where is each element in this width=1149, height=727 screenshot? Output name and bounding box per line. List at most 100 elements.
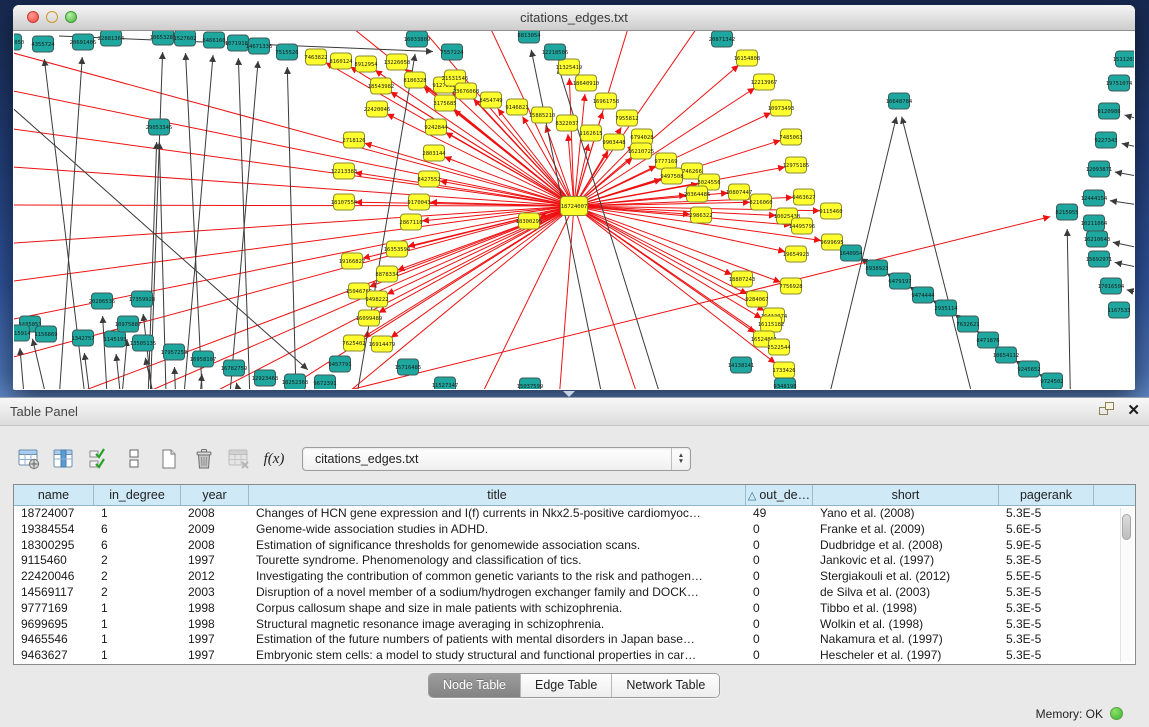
delete-column-button[interactable] bbox=[191, 445, 217, 473]
graph-node-label: 22420046 bbox=[364, 107, 391, 113]
tab-edge-table[interactable]: Edge Table bbox=[521, 674, 612, 697]
cell: Disruption of a novel member of a sodium… bbox=[249, 585, 746, 601]
graph-node-label: 9699695 bbox=[820, 240, 843, 246]
cell: Changes of HCN gene expression and I(f) … bbox=[249, 506, 746, 522]
graph-node-label: 8471876 bbox=[976, 338, 999, 344]
graph-node-label: 15692971 bbox=[1086, 257, 1113, 263]
graph-node-label: 8878334 bbox=[375, 272, 399, 278]
tab-network-table[interactable]: Network Table bbox=[612, 674, 719, 697]
graph-node-label: 16033809 bbox=[404, 37, 431, 43]
node-table[interactable]: namein_degreeyeartitle△out_de…shortpager… bbox=[13, 484, 1136, 665]
graph-node-label: 18640910 bbox=[573, 81, 600, 87]
graph-node-label: 12975185 bbox=[783, 163, 810, 169]
cell: 1 bbox=[94, 648, 181, 664]
cell: 6 bbox=[94, 522, 181, 538]
float-panel-button[interactable] bbox=[1097, 400, 1116, 423]
cell: 2 bbox=[94, 569, 181, 585]
window-titlebar[interactable]: citations_edges.txt bbox=[13, 5, 1135, 31]
graph-node-label: 9672391 bbox=[313, 381, 336, 387]
table-chooser-dropdown[interactable]: citations_edges.txt ▲▼ bbox=[302, 447, 691, 471]
function-builder-button[interactable]: f(x) bbox=[261, 445, 287, 473]
cell: 9115460 bbox=[14, 553, 94, 569]
close-panel-button[interactable]: ✕ bbox=[1127, 402, 1140, 420]
clear-selection-button[interactable] bbox=[121, 445, 147, 473]
cell: 9699695 bbox=[14, 617, 94, 633]
graph-node-label: 8427552 bbox=[417, 177, 440, 183]
graph-node-label: 9115460 bbox=[819, 209, 842, 215]
table-header-row: namein_degreeyeartitle△out_de…shortpager… bbox=[14, 485, 1135, 506]
table-row[interactable]: 1456911722003Disruption of a novel membe… bbox=[14, 585, 1135, 601]
graph-node-label: 9170043 bbox=[407, 200, 430, 206]
column-header-name[interactable]: name bbox=[14, 485, 94, 505]
graph-node-label: 16154808 bbox=[734, 56, 761, 62]
function-icon: f(x) bbox=[264, 451, 285, 468]
column-header-out_de[interactable]: △out_de… bbox=[746, 485, 813, 505]
cell: Wolkin et al. (1998) bbox=[813, 617, 999, 633]
cell: 0 bbox=[746, 522, 813, 538]
float-window-icon bbox=[1097, 400, 1116, 418]
trash-icon bbox=[192, 447, 216, 471]
tab-node-table[interactable]: Node Table bbox=[429, 674, 521, 697]
scrollbar-thumb[interactable] bbox=[1122, 514, 1131, 540]
table-row[interactable]: 946362711997Embryonic stem cells: a mode… bbox=[14, 648, 1135, 664]
select-rows-button[interactable] bbox=[86, 445, 112, 473]
table-row[interactable]: 969969511998Structural magnetic resonanc… bbox=[14, 617, 1135, 633]
cell: 22420046 bbox=[14, 569, 94, 585]
cell: de Silva et al. (2003) bbox=[813, 585, 999, 601]
network-desktop: citations_edges.txt 18724007183002957463… bbox=[0, 0, 1149, 397]
table-row[interactable]: 911546021997Tourette syndrome. Phenomeno… bbox=[14, 553, 1135, 569]
graph-node-label: 17016504 bbox=[1098, 284, 1125, 290]
table-row[interactable]: 1938455462009Genome-wide association stu… bbox=[14, 522, 1135, 538]
graph-node-label: 12218506 bbox=[542, 50, 569, 56]
graph-node-label: 12923468 bbox=[252, 376, 279, 382]
graph-node-label: 1527602 bbox=[173, 36, 196, 42]
graph-node-label: 746266 bbox=[682, 169, 702, 175]
table-row[interactable]: 1872400712008Changes of HCN gene express… bbox=[14, 506, 1135, 522]
graph-node-label: 20364486 bbox=[684, 192, 711, 198]
graph-node-label: 9284067 bbox=[745, 297, 768, 303]
table-scrollbar[interactable] bbox=[1120, 508, 1133, 662]
graph-node-label: 7632621 bbox=[956, 322, 979, 328]
column-header-year[interactable]: year bbox=[181, 485, 249, 505]
graph-node-label: 1145193 bbox=[103, 337, 126, 343]
cell: 18300295 bbox=[14, 538, 94, 554]
graph-node-label: 9457791 bbox=[328, 362, 351, 368]
column-header-short[interactable]: short bbox=[813, 485, 999, 505]
graph-node-label: 8322037 bbox=[555, 121, 578, 127]
new-column-button[interactable] bbox=[156, 445, 182, 473]
graph-node-label: 16210725 bbox=[628, 149, 655, 155]
show-columns-button[interactable] bbox=[51, 445, 77, 473]
graph-node-label: 15716485 bbox=[395, 365, 422, 371]
table-row[interactable]: 2242004622012Investigating the contribut… bbox=[14, 569, 1135, 585]
graph-node-label: 19654923 bbox=[783, 252, 810, 258]
network-canvas[interactable]: 1872400718300295746382281601248912954132… bbox=[14, 31, 1134, 389]
column-header-pagerank[interactable]: pagerank bbox=[999, 485, 1094, 505]
cell: Franke et al. (2009) bbox=[813, 522, 999, 538]
delete-table-button[interactable] bbox=[226, 445, 252, 473]
cell: Estimation of significance thresholds fo… bbox=[249, 538, 746, 554]
cell: Jankovic et al. (1997) bbox=[813, 553, 999, 569]
table-row[interactable]: 1830029562008Estimation of significance … bbox=[14, 538, 1135, 554]
graph-node-label: 18543982 bbox=[368, 84, 395, 90]
status-bar: Memory: OK bbox=[1036, 700, 1149, 727]
cell: 1998 bbox=[181, 617, 249, 633]
graph-node-label: 19751074 bbox=[1106, 81, 1133, 87]
graph-node-label: 2522544 bbox=[767, 345, 791, 351]
cell: 5.3E-5 bbox=[999, 601, 1094, 617]
sort-ascending-icon: △ bbox=[748, 490, 756, 502]
graph-node-label: 14138141 bbox=[728, 363, 755, 369]
table-row[interactable]: 946554611997Estimation of the future num… bbox=[14, 632, 1135, 648]
graph-node-label: 2986322 bbox=[689, 213, 712, 219]
graph-node-label: 16782759 bbox=[221, 366, 248, 372]
table-row[interactable]: 977716911998Corpus callosum shape and si… bbox=[14, 601, 1135, 617]
cell: 2012 bbox=[181, 569, 249, 585]
table-options-button[interactable] bbox=[16, 445, 42, 473]
graph-node-label: 16648784 bbox=[886, 99, 913, 105]
cell: 0 bbox=[746, 632, 813, 648]
column-header-in_degree[interactable]: in_degree bbox=[94, 485, 181, 505]
graph-node-label: 9777169 bbox=[654, 159, 677, 165]
column-header-title[interactable]: title bbox=[249, 485, 746, 505]
cell: Stergiakouli et al. (2012) bbox=[813, 569, 999, 585]
citation-graph[interactable]: 1872400718300295746382281601248912954132… bbox=[14, 31, 1134, 389]
graph-node-label: 2803144 bbox=[422, 151, 446, 157]
